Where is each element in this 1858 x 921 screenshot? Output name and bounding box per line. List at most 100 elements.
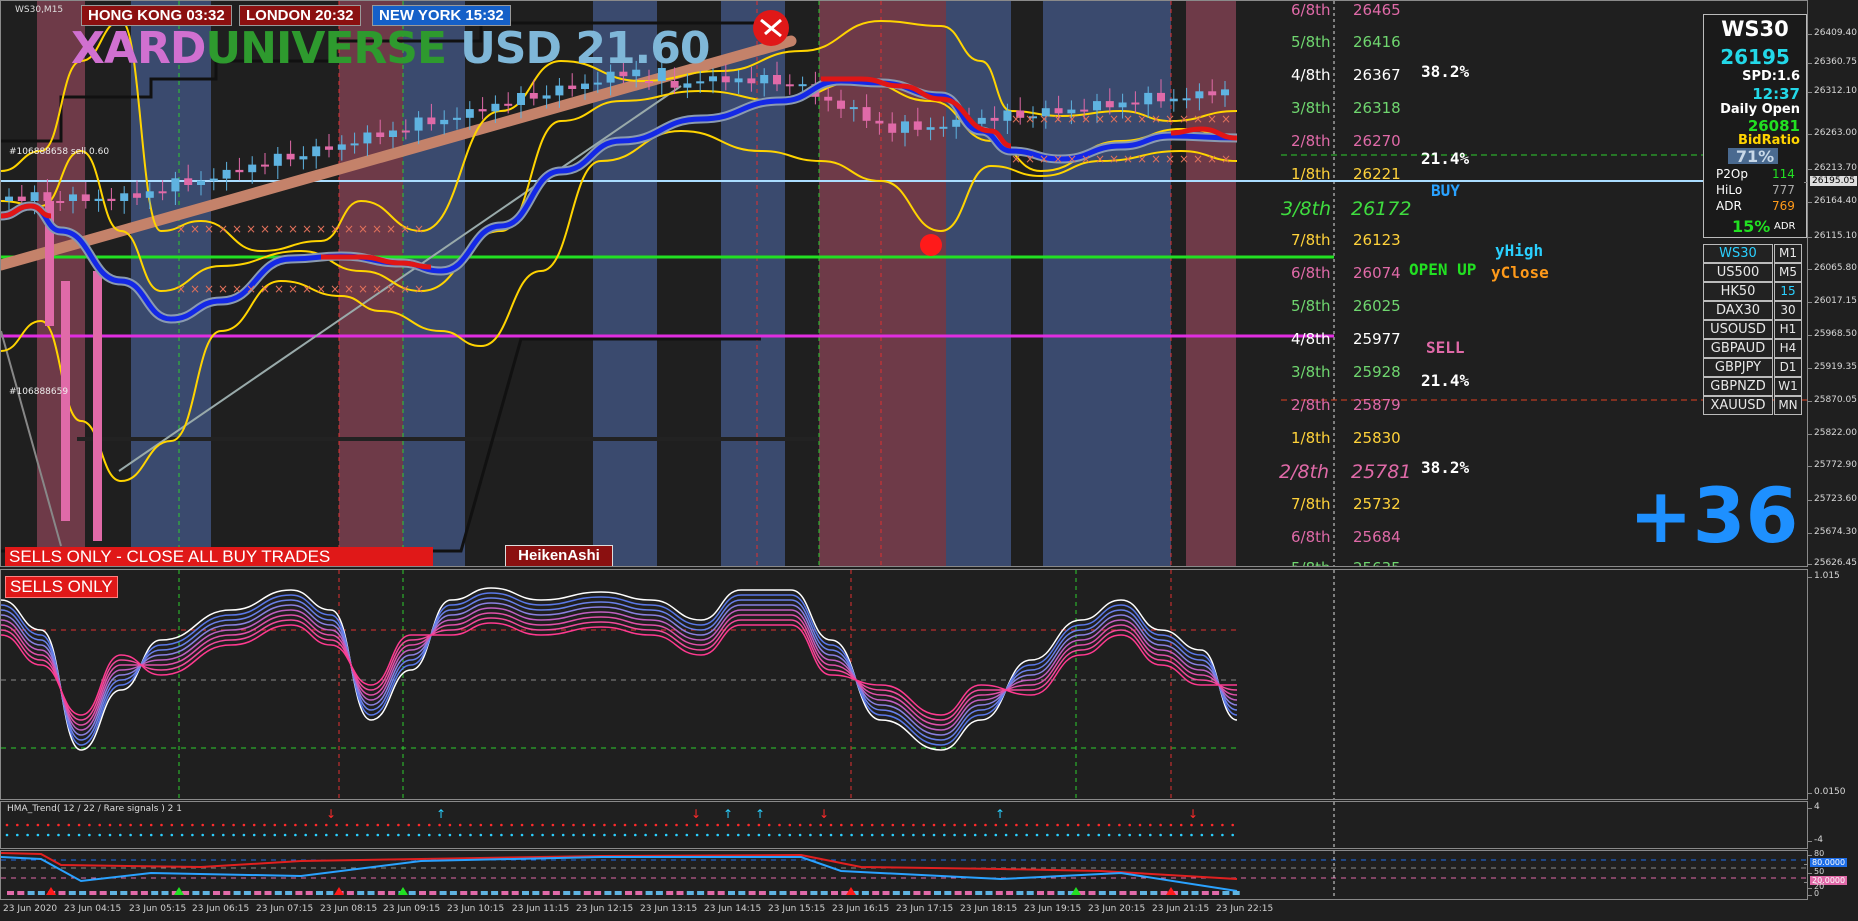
hma-dot [1179,833,1183,837]
hma-dot [706,833,709,837]
tf-button-m1[interactable]: M1 [1774,244,1802,263]
hma-dot [15,823,19,827]
hma-dot [428,833,431,837]
hma-dot [283,823,287,827]
hma-dot [1128,833,1131,837]
candle-body [363,132,372,144]
candle-body [478,109,487,112]
main-price-chart[interactable]: × × × × × × × × × × × × × × × × × × × × × × × × × × × × × × × × × × × × × × × ×… [0,0,1808,567]
hma-dot [592,823,596,827]
hma-dot [737,833,740,837]
time-tick: 23 Jun 18:15 [960,904,1018,914]
symbol-button-hk50[interactable]: HK50 [1703,282,1773,301]
time-tick: 23 Jun 10:15 [447,904,505,914]
bottom-bar [707,891,715,895]
x-marker: × [288,282,298,296]
bottom-bar [491,891,499,895]
tf-button-d1[interactable]: D1 [1774,358,1802,377]
x-marker: × [232,282,242,296]
tf-button-30[interactable]: 30 [1774,301,1802,320]
hma-dot [850,833,853,837]
bottom-bar [800,891,808,895]
heikenashi-button[interactable]: HeikenAshi [505,545,613,566]
symbol-button-usousd[interactable]: USOUSD [1703,320,1773,339]
info-adr-pct: 15% [1732,217,1771,236]
hma-dot [139,833,143,837]
symbol-button-ws30[interactable]: WS30 [1703,244,1773,263]
hma-dot [448,823,452,827]
tf-button-h4[interactable]: H4 [1774,339,1802,358]
hma-dot [252,833,256,837]
murrey-level: 5/8th25635 [1291,559,1401,566]
candle-body [1182,98,1191,101]
hma-dot [1231,823,1234,827]
x-marker: × [1025,152,1035,166]
hma-dot [489,823,493,827]
hma-dot [366,823,369,827]
order-label: #106888659 [9,387,69,397]
hma-dot [77,823,81,827]
oscillator-pane[interactable]: SELLS ONLY [0,569,1808,800]
hma-dot [891,833,895,837]
x-marker: × [204,222,214,236]
hma-dot [901,823,905,827]
symbol-row: WS30 M1 [1703,244,1803,263]
symbol-button-gbpjpy[interactable]: GBPJPY [1703,358,1773,377]
hma-dot [314,833,318,837]
candle-body [709,76,717,82]
x-marker: × [400,282,410,296]
symbol-row: GBPAUD H4 [1703,339,1803,358]
bottom-bar [110,891,117,895]
x-marker: × [386,282,396,296]
x-marker: × [1039,152,1049,166]
bottom-indicator-pane[interactable] [0,850,1808,900]
oscillator-axis: 1.015 0.0150 [1808,569,1858,800]
x-marker: × [1081,112,1091,126]
hma-axis: 4 -4 [1808,801,1858,849]
symbol-button-gbpaud[interactable]: GBPAUD [1703,339,1773,358]
hma-dot [1066,833,1070,837]
hma-dot [1190,823,1193,827]
candle-body [1169,98,1178,102]
symbol-button-gbpnzd[interactable]: GBPNZD [1703,377,1773,396]
hma-dot [922,833,925,837]
price-tick: 25723.60 [1808,494,1857,504]
mt4-chart-window[interactable]: × × × × × × × × × × × × × × × × × × × × × × × × × × × × × × × × × × × × × × × ×… [0,0,1858,921]
hma-dot [222,833,225,837]
bottom-bar [274,891,282,895]
tf-button-m5[interactable]: M5 [1774,263,1802,282]
hma-dot [211,823,215,827]
hma-dot [108,833,112,837]
info-hilo: 777 [1772,183,1795,197]
bottom-bar [27,891,35,895]
symbol-button-us500[interactable]: US500 [1703,263,1773,282]
hma-dot [1025,823,1028,827]
hma-dot [1149,833,1152,837]
candle-body [171,178,180,192]
symbol-switcher: WS30 M1 US500 M5 HK50 15 DAX30 30 USOUSD H1 G… [1703,244,1803,415]
symbol-button-xauusd[interactable]: XAUUSD [1703,396,1773,415]
tf-button-15[interactable]: 15 [1774,282,1802,301]
hma-dot [428,823,431,827]
hma-dot [850,823,853,827]
x-marker: × [1053,152,1063,166]
hma-trend-pane[interactable]: ↓ ↑ ↓ ↑ ↑ ↓ ↑ ↓ HMA_Trend( 12 / 22 / Rare signa… [0,801,1808,849]
bottom-bar [728,891,735,895]
hma-dot [840,833,843,837]
score-display: +36 [1629,471,1799,560]
hma-arrow: ↑ [995,807,1005,821]
info-symbol: WS30 [1721,17,1789,41]
x-marker: × [1221,152,1231,166]
hma-dot [757,823,761,827]
hma-dot [685,833,689,837]
hma-dot [1118,833,1121,837]
tf-button-w1[interactable]: W1 [1774,377,1802,396]
bottom-bar [408,891,416,895]
info-p2op: 114 [1772,167,1795,181]
symbol-button-dax30[interactable]: DAX30 [1703,301,1773,320]
tf-button-h1[interactable]: H1 [1774,320,1802,339]
x-marker: × [1025,112,1035,126]
x-marker: × [1137,152,1147,166]
candle-body [1118,102,1127,108]
tf-button-mn[interactable]: MN [1774,396,1802,415]
